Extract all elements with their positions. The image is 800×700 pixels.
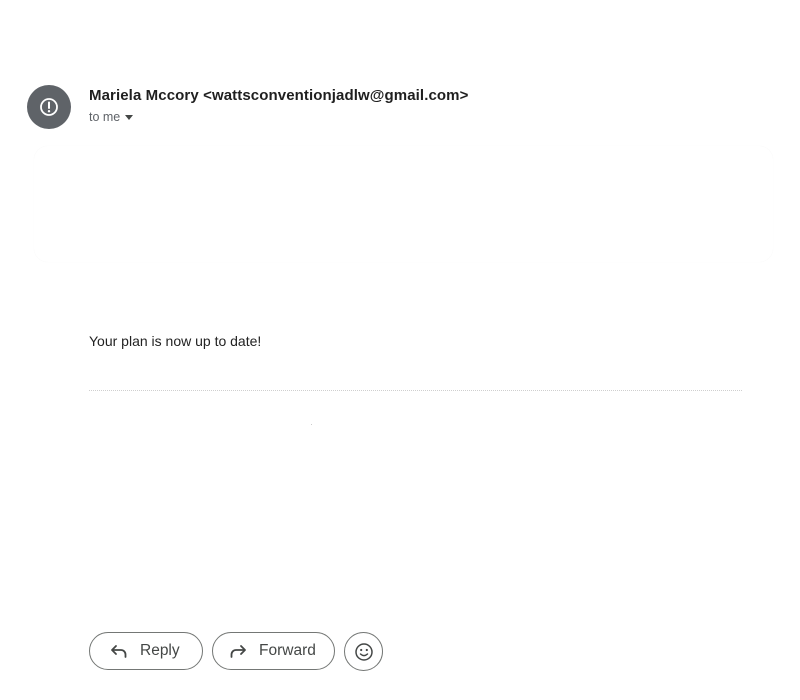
forward-label: Forward xyxy=(259,642,316,659)
add-reaction-button[interactable] xyxy=(344,632,383,671)
alert-circle-icon xyxy=(40,98,58,116)
reply-button[interactable]: Reply xyxy=(89,632,203,670)
reply-label: Reply xyxy=(140,642,180,659)
sender-email: <wattsconventionjadlw@gmail.com> xyxy=(203,87,469,104)
recipient-label: to me xyxy=(89,110,121,124)
message-image-placeholder xyxy=(34,146,773,262)
caret-down-icon xyxy=(125,115,134,120)
message-divider xyxy=(89,390,742,391)
sender-header: Mariela Mccory <wattsconventionjadlw@gma… xyxy=(89,87,468,104)
recipient-details-toggle[interactable]: to me xyxy=(89,110,134,124)
message-body: Your plan is now up to date! xyxy=(89,333,262,349)
emoji-icon xyxy=(354,642,373,661)
spacer-dot xyxy=(311,424,312,425)
forward-icon xyxy=(230,645,246,658)
sender-name: Mariela Mccory xyxy=(89,87,199,104)
sender-avatar xyxy=(27,85,71,129)
reply-icon xyxy=(111,645,127,658)
forward-button[interactable]: Forward xyxy=(212,632,335,670)
